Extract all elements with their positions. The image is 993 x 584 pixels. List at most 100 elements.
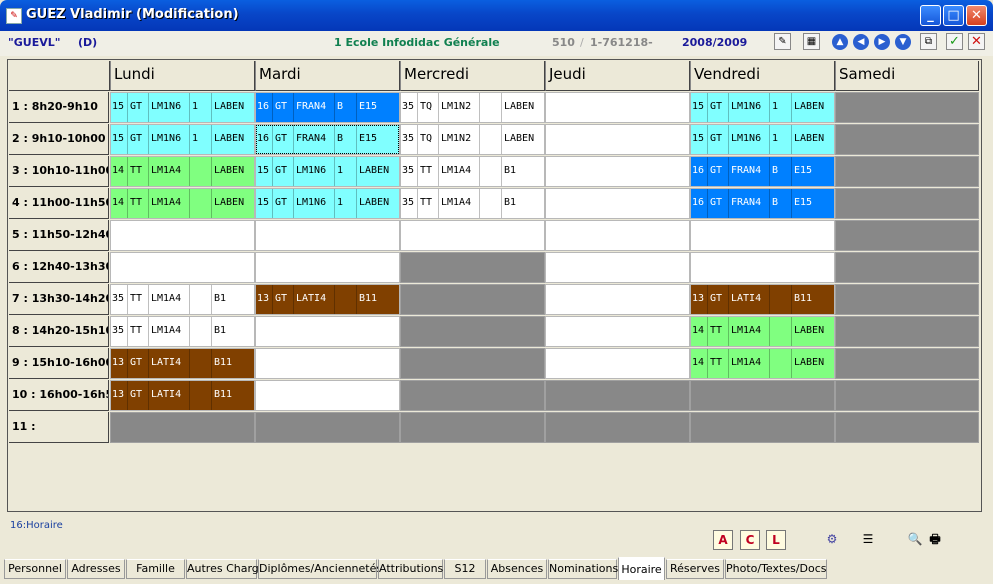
lesson-slot[interactable]: 13 GT LATI4 B11 bbox=[110, 380, 255, 411]
field-divider bbox=[211, 381, 212, 410]
lesson-slot[interactable]: 15 GT LM1N6 1 LABEN bbox=[110, 92, 255, 123]
lesson-slot[interactable]: 14 TT LM1A4 LABEN bbox=[690, 348, 835, 379]
empty-slot[interactable] bbox=[110, 252, 255, 283]
class-number: 35 bbox=[402, 101, 415, 112]
empty-slot[interactable] bbox=[545, 284, 690, 315]
field-divider bbox=[272, 93, 273, 122]
arrow-right-icon[interactable]: ▶ bbox=[874, 34, 890, 50]
display-a-button[interactable]: A bbox=[713, 530, 733, 550]
print-icon[interactable]: ▦ bbox=[803, 33, 820, 50]
list-icon[interactable]: ☰ bbox=[858, 530, 878, 550]
tab-famille[interactable]: Famille bbox=[126, 559, 185, 579]
preview-icon[interactable]: 🔍 bbox=[905, 530, 925, 550]
empty-slot[interactable] bbox=[255, 220, 400, 251]
lesson-slot[interactable]: 15 GT LM1N6 1 LABEN bbox=[255, 188, 400, 219]
lesson-slot[interactable]: 35 TT LM1A4 B1 bbox=[110, 316, 255, 347]
lesson-slot[interactable]: 35 TT LM1A4 B1 bbox=[400, 156, 545, 187]
arrow-left-icon[interactable]: ◀ bbox=[853, 34, 869, 50]
field-divider bbox=[769, 93, 770, 122]
class-type: TT bbox=[420, 197, 433, 208]
period-label: 8 : 14h20-15h10 bbox=[9, 316, 109, 347]
lesson-slot[interactable]: 35 TQ LM1N2 LABEN bbox=[400, 92, 545, 123]
eraser-icon[interactable]: ✎ bbox=[774, 33, 791, 50]
lesson-slot[interactable]: 15 GT LM1N6 1 LABEN bbox=[690, 92, 835, 123]
empty-slot[interactable] bbox=[545, 316, 690, 347]
tab-horaire[interactable]: Horaire bbox=[618, 557, 665, 580]
field-divider bbox=[728, 189, 729, 218]
empty-slot[interactable] bbox=[545, 252, 690, 283]
field-divider bbox=[707, 349, 708, 378]
empty-slot[interactable] bbox=[545, 188, 690, 219]
empty-slot[interactable] bbox=[690, 220, 835, 251]
lesson-slot[interactable]: 15 GT LM1N6 1 LABEN bbox=[255, 156, 400, 187]
unavailable-slot bbox=[835, 412, 979, 443]
field-divider bbox=[791, 93, 792, 122]
empty-slot[interactable] bbox=[545, 220, 690, 251]
room: LABEN bbox=[214, 133, 245, 144]
tab-autres-charges[interactable]: Autres Charges bbox=[186, 559, 271, 579]
empty-slot[interactable] bbox=[545, 156, 690, 187]
maximize-button[interactable]: □ bbox=[943, 5, 964, 26]
room: LABEN bbox=[794, 133, 825, 144]
empty-slot[interactable] bbox=[545, 348, 690, 379]
lesson-slot[interactable]: 16 GT FRAN4 B E15 bbox=[255, 92, 400, 123]
lesson-slot[interactable]: 15 GT LM1N6 1 LABEN bbox=[690, 124, 835, 155]
field-divider bbox=[272, 157, 273, 186]
empty-slot[interactable] bbox=[255, 316, 400, 347]
lesson-slot[interactable]: 13 GT LATI4 B11 bbox=[690, 284, 835, 315]
empty-slot[interactable] bbox=[255, 252, 400, 283]
lesson-slot[interactable]: 16 GT FRAN4 B E15 bbox=[690, 188, 835, 219]
minimize-button[interactable]: _ bbox=[920, 5, 941, 26]
field-divider bbox=[356, 93, 357, 122]
unavailable-slot bbox=[400, 380, 545, 411]
class-number: 13 bbox=[112, 357, 125, 368]
lesson-slot[interactable]: 14 TT LM1A4 LABEN bbox=[110, 156, 255, 187]
ref-code: 1-761218- bbox=[590, 36, 653, 49]
printer-icon[interactable]: 🖶 bbox=[925, 530, 945, 550]
field-divider bbox=[334, 285, 335, 314]
tab-r-serves[interactable]: Réserves bbox=[666, 559, 724, 579]
tab-absences[interactable]: Absences bbox=[487, 559, 547, 579]
lesson-slot[interactable]: 35 TT LM1A4 B1 bbox=[400, 188, 545, 219]
check-icon[interactable]: ✓ bbox=[946, 33, 963, 50]
tab-personnel[interactable]: Personnel bbox=[4, 559, 66, 579]
field-divider bbox=[356, 157, 357, 186]
tab-nominations[interactable]: Nominations bbox=[548, 559, 618, 579]
empty-slot[interactable] bbox=[545, 124, 690, 155]
empty-slot[interactable] bbox=[255, 348, 400, 379]
lesson-slot[interactable]: 13 GT LATI4 B11 bbox=[110, 348, 255, 379]
empty-slot[interactable] bbox=[690, 252, 835, 283]
tab-s12[interactable]: S12 bbox=[444, 559, 486, 579]
tab-dipl-mes-anciennet-s[interactable]: Diplômes/Anciennetés bbox=[258, 559, 382, 579]
lesson-slot[interactable]: 14 TT LM1A4 LABEN bbox=[690, 316, 835, 347]
class-number: 13 bbox=[112, 389, 125, 400]
class-number: 15 bbox=[112, 133, 125, 144]
close-button[interactable]: ✕ bbox=[966, 5, 987, 26]
lesson-slot[interactable]: 35 TQ LM1N2 LABEN bbox=[400, 124, 545, 155]
empty-slot[interactable] bbox=[110, 220, 255, 251]
room: B11 bbox=[794, 293, 813, 304]
lesson-slot[interactable]: 15 GT LM1N6 1 LABEN bbox=[110, 124, 255, 155]
empty-slot[interactable] bbox=[255, 380, 400, 411]
tab-adresses[interactable]: Adresses bbox=[67, 559, 125, 579]
arrow-up-icon[interactable]: ▲ bbox=[832, 34, 848, 50]
lesson-slot[interactable]: 13 GT LATI4 B11 bbox=[255, 284, 400, 315]
display-l-button[interactable]: L bbox=[766, 530, 786, 550]
settings-icon[interactable]: ⚙ bbox=[822, 530, 842, 550]
display-c-button[interactable]: C bbox=[740, 530, 760, 550]
lesson-slot[interactable]: 16 GT FRAN4 B E15 bbox=[690, 156, 835, 187]
unavailable-slot bbox=[400, 348, 545, 379]
copy-icon[interactable]: ⧉ bbox=[920, 33, 937, 50]
subject: LM1A4 bbox=[151, 165, 182, 176]
tab-photo-textes-docs[interactable]: Photo/Textes/Docs bbox=[725, 559, 827, 579]
class-type: GT bbox=[710, 197, 723, 208]
lesson-slot[interactable]: 16 GT FRAN4 B E15 bbox=[255, 124, 400, 155]
empty-slot[interactable] bbox=[400, 220, 545, 251]
field-divider bbox=[127, 93, 128, 122]
tab-attributions[interactable]: Attributions bbox=[378, 559, 443, 579]
cancel-icon[interactable]: ✕ bbox=[968, 33, 985, 50]
arrow-down-icon[interactable]: ▼ bbox=[895, 34, 911, 50]
lesson-slot[interactable]: 35 TT LM1A4 B1 bbox=[110, 284, 255, 315]
empty-slot[interactable] bbox=[545, 92, 690, 123]
lesson-slot[interactable]: 14 TT LM1A4 LABEN bbox=[110, 188, 255, 219]
